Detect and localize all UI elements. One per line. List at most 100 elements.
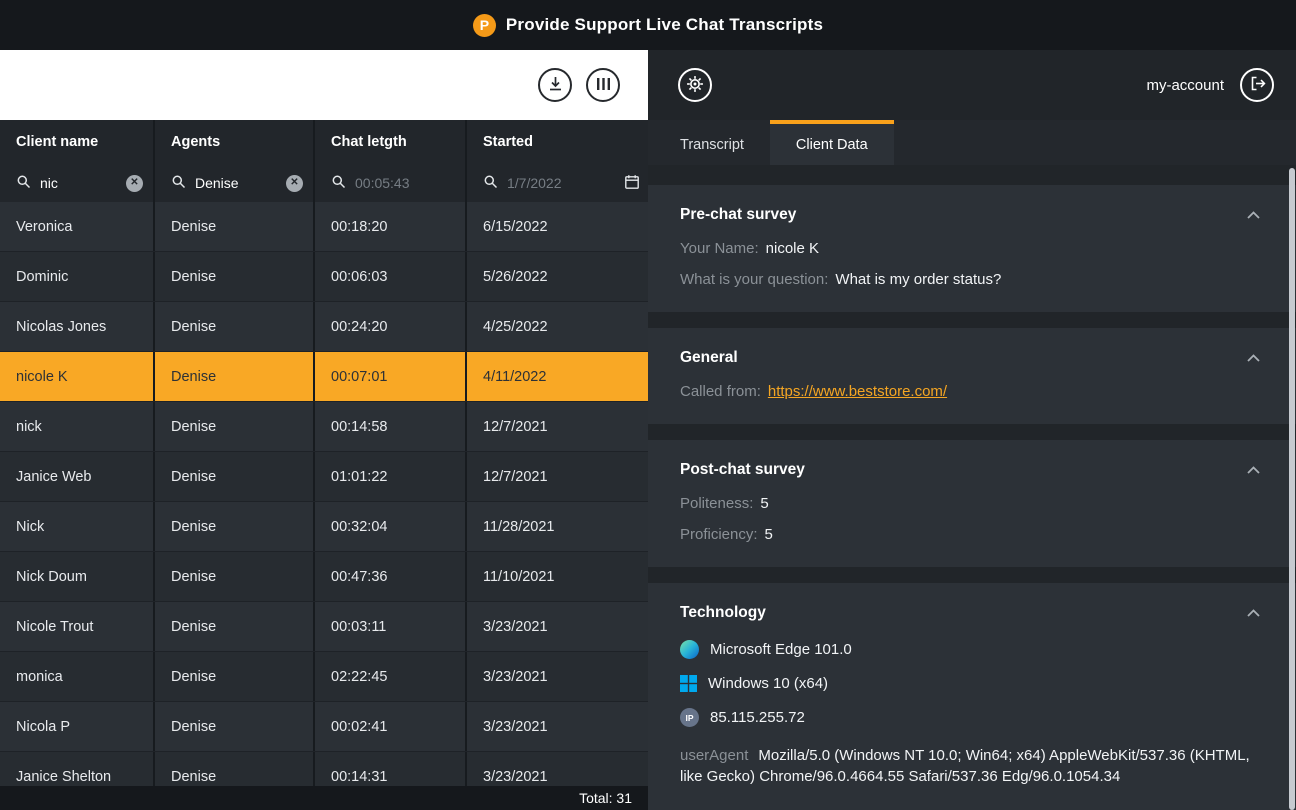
- account-area: my-account: [1146, 68, 1274, 102]
- search-icon: [331, 174, 346, 192]
- cell-length: 00:14:58: [315, 402, 467, 451]
- cell-agent: Denise: [155, 302, 315, 351]
- table-row[interactable]: Dominic Denise 00:06:03 5/26/2022: [0, 252, 648, 302]
- column-header-agents[interactable]: Agents: [155, 120, 315, 164]
- table-row[interactable]: Nick Doum Denise 00:47:36 11/10/2021: [0, 552, 648, 602]
- field-label: userAgent: [680, 747, 748, 764]
- cell-client: Veronica: [0, 202, 155, 251]
- logout-icon: [1249, 75, 1266, 95]
- column-header-started[interactable]: Started: [467, 120, 648, 164]
- filter-chat-length[interactable]: 00:05:43: [315, 164, 467, 202]
- chevron-up-icon: [1247, 207, 1260, 222]
- detail-tabbar: Transcript Client Data: [648, 120, 1296, 165]
- cell-length: 00:06:03: [315, 252, 467, 301]
- table-row[interactable]: Veronica Denise 00:18:20 6/15/2022: [0, 202, 648, 252]
- calendar-icon: [624, 174, 640, 193]
- cell-started: 5/26/2022: [467, 252, 648, 301]
- cell-length: 02:22:45: [315, 652, 467, 701]
- cell-client: Janice Web: [0, 452, 155, 501]
- chevron-up-icon: [1247, 350, 1260, 365]
- tech-browser: Microsoft Edge 101.0: [680, 640, 1266, 659]
- field-label: Your Name:: [680, 240, 759, 257]
- cell-client: monica: [0, 652, 155, 701]
- cell-started: 4/25/2022: [467, 302, 648, 351]
- user-agent-value: Mozilla/5.0 (Windows NT 10.0; Win64; x64…: [680, 747, 1250, 785]
- table-row[interactable]: Nick Denise 00:32:04 11/28/2021: [0, 502, 648, 552]
- tab-client-data[interactable]: Client Data: [770, 120, 894, 165]
- calendar-button[interactable]: [624, 174, 640, 193]
- tech-user-agent: userAgentMozilla/5.0 (Windows NT 10.0; W…: [680, 745, 1266, 787]
- app-logo-icon: P: [473, 14, 496, 37]
- app-header: P Provide Support Live Chat Transcripts: [0, 0, 1296, 50]
- filter-agents[interactable]: Denise ✕: [155, 164, 315, 202]
- gear-icon: [686, 75, 704, 96]
- tech-ip: IP 85.115.255.72: [680, 708, 1266, 727]
- column-header-chat-length[interactable]: Chat letgth: [315, 120, 467, 164]
- cell-length: 00:03:11: [315, 602, 467, 651]
- field-value: 5: [760, 495, 768, 512]
- field-called-from: Called from:https://www.beststore.com/: [680, 383, 1266, 400]
- columns-button[interactable]: [586, 68, 620, 102]
- table-row[interactable]: Janice Web Denise 01:01:22 12/7/2021: [0, 452, 648, 502]
- cell-client: Nicola P: [0, 702, 155, 751]
- tech-value: Windows 10 (x64): [708, 675, 828, 692]
- table-body: Veronica Denise 00:18:20 6/15/2022 Domin…: [0, 202, 648, 802]
- field-label: Politeness:: [680, 495, 753, 512]
- cell-client: Nicole Trout: [0, 602, 155, 651]
- clear-agents-filter-button[interactable]: ✕: [286, 175, 303, 192]
- app-title: Provide Support Live Chat Transcripts: [506, 15, 823, 35]
- table-row[interactable]: monica Denise 02:22:45 3/23/2021: [0, 652, 648, 702]
- filter-started[interactable]: 1/7/2022: [467, 164, 648, 202]
- section-post-chat-survey: Post-chat survey Politeness:5 Proficienc…: [648, 440, 1296, 567]
- field-proficiency: Proficiency: 5: [680, 526, 1266, 543]
- cell-client: Nick: [0, 502, 155, 551]
- clear-client-filter-button[interactable]: ✕: [126, 175, 143, 192]
- cell-agent: Denise: [155, 652, 315, 701]
- field-value: What is my order status?: [835, 271, 1001, 288]
- field-value: 5: [765, 526, 773, 543]
- cell-length: 01:01:22: [315, 452, 467, 501]
- collapse-button[interactable]: [1241, 458, 1266, 481]
- cell-length: 00:32:04: [315, 502, 467, 551]
- field-label: Proficiency:: [680, 526, 758, 543]
- table-toolbar: [0, 50, 648, 120]
- cell-length: 00:18:20: [315, 202, 467, 251]
- cell-client: Dominic: [0, 252, 155, 301]
- cell-started: 11/28/2021: [467, 502, 648, 551]
- collapse-button[interactable]: [1241, 346, 1266, 369]
- table-row[interactable]: Nicola P Denise 00:02:41 3/23/2021: [0, 702, 648, 752]
- chevron-up-icon: [1247, 462, 1260, 477]
- download-icon: [547, 75, 564, 95]
- cell-agent: Denise: [155, 202, 315, 251]
- tab-transcript[interactable]: Transcript: [654, 120, 770, 165]
- tech-value: 85.115.255.72: [710, 709, 805, 726]
- table-row-selected[interactable]: nicole K Denise 00:07:01 4/11/2022: [0, 352, 648, 402]
- filter-chat-length-placeholder: 00:05:43: [355, 175, 410, 191]
- table-row[interactable]: nick Denise 00:14:58 12/7/2021: [0, 402, 648, 452]
- cell-length: 00:02:41: [315, 702, 467, 751]
- cell-agent: Denise: [155, 702, 315, 751]
- collapse-button[interactable]: [1241, 203, 1266, 226]
- download-button[interactable]: [538, 68, 572, 102]
- settings-button[interactable]: [678, 68, 712, 102]
- filter-client-name-value: nic: [40, 175, 58, 191]
- section-general: General Called from:https://www.beststor…: [648, 328, 1296, 424]
- cell-started: 3/23/2021: [467, 652, 648, 701]
- table-row[interactable]: Nicolas Jones Denise 00:24:20 4/25/2022: [0, 302, 648, 352]
- called-from-link[interactable]: https://www.beststore.com/: [768, 383, 947, 400]
- section-title: Technology: [680, 604, 766, 622]
- field-your-name: Your Name:nicole K: [680, 240, 1266, 257]
- cell-started: 6/15/2022: [467, 202, 648, 251]
- filter-client-name[interactable]: nic ✕: [0, 164, 155, 202]
- cell-started: 3/23/2021: [467, 702, 648, 751]
- cell-client: Nicolas Jones: [0, 302, 155, 351]
- cell-agent: Denise: [155, 552, 315, 601]
- column-header-client-name[interactable]: Client name: [0, 120, 155, 164]
- scrollbar[interactable]: [1289, 168, 1295, 810]
- client-data-panel: Pre-chat survey Your Name:nicole K What …: [648, 165, 1296, 810]
- collapse-button[interactable]: [1241, 601, 1266, 624]
- cell-started: 3/23/2021: [467, 602, 648, 651]
- logout-button[interactable]: [1240, 68, 1274, 102]
- table-row[interactable]: Nicole Trout Denise 00:03:11 3/23/2021: [0, 602, 648, 652]
- total-count: Total: 31: [579, 790, 632, 806]
